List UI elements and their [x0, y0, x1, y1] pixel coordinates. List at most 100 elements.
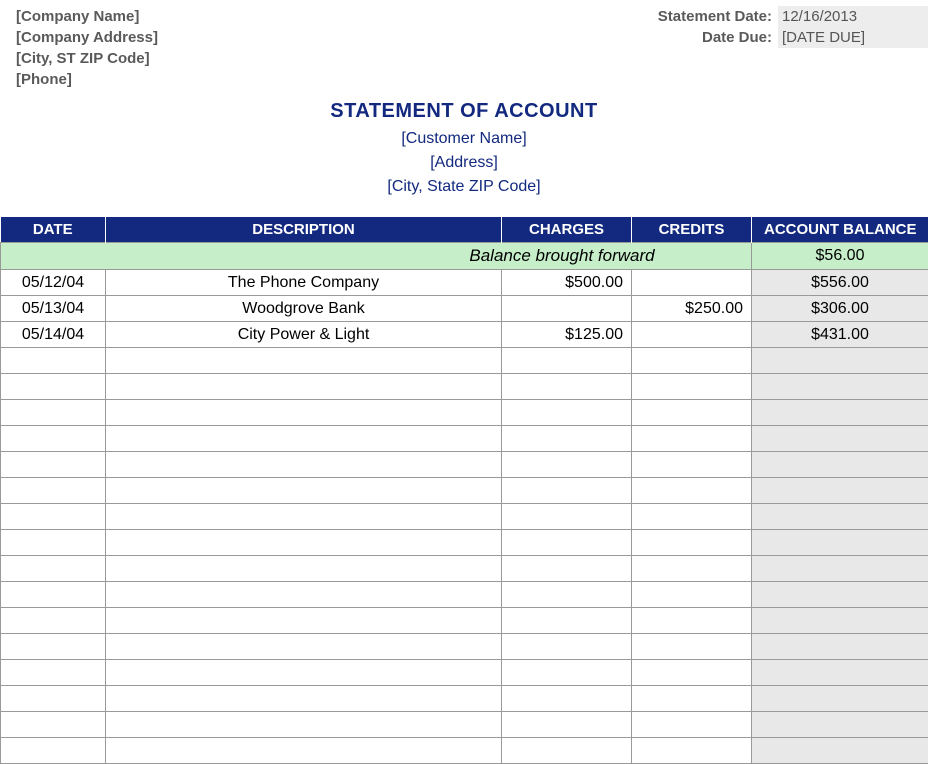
empty-cell[interactable]: [1, 452, 106, 478]
empty-cell[interactable]: [1, 660, 106, 686]
empty-cell[interactable]: [106, 374, 502, 400]
empty-cell[interactable]: [632, 608, 752, 634]
empty-cell[interactable]: [752, 686, 928, 712]
cell-date[interactable]: 05/13/04: [1, 296, 106, 322]
cell-description[interactable]: City Power & Light: [106, 322, 502, 348]
empty-cell[interactable]: [632, 478, 752, 504]
empty-cell[interactable]: [632, 426, 752, 452]
empty-cell[interactable]: [632, 738, 752, 764]
cell-balance[interactable]: $556.00: [752, 270, 928, 296]
balance-forward-value[interactable]: $56.00: [752, 243, 928, 270]
empty-cell[interactable]: [502, 400, 632, 426]
empty-cell[interactable]: [752, 556, 928, 582]
empty-cell[interactable]: [106, 660, 502, 686]
empty-cell[interactable]: [502, 478, 632, 504]
cell-date[interactable]: 05/12/04: [1, 270, 106, 296]
empty-cell[interactable]: [632, 660, 752, 686]
empty-cell[interactable]: [632, 582, 752, 608]
empty-cell[interactable]: [752, 452, 928, 478]
empty-cell[interactable]: [632, 504, 752, 530]
empty-cell[interactable]: [632, 712, 752, 738]
empty-cell[interactable]: [1, 556, 106, 582]
company-address: [Company Address]: [16, 27, 158, 48]
empty-cell[interactable]: [1, 426, 106, 452]
empty-cell[interactable]: [106, 504, 502, 530]
empty-cell[interactable]: [752, 426, 928, 452]
empty-cell[interactable]: [502, 530, 632, 556]
cell-balance[interactable]: $306.00: [752, 296, 928, 322]
empty-cell[interactable]: [502, 504, 632, 530]
empty-cell[interactable]: [106, 426, 502, 452]
empty-cell[interactable]: [1, 634, 106, 660]
empty-cell[interactable]: [502, 348, 632, 374]
empty-cell[interactable]: [106, 348, 502, 374]
empty-cell[interactable]: [752, 634, 928, 660]
empty-cell[interactable]: [752, 582, 928, 608]
cell-charges[interactable]: $125.00: [502, 322, 632, 348]
empty-cell[interactable]: [752, 478, 928, 504]
cell-credits[interactable]: [632, 270, 752, 296]
empty-cell[interactable]: [752, 530, 928, 556]
empty-cell[interactable]: [1, 530, 106, 556]
cell-credits[interactable]: [632, 322, 752, 348]
cell-description[interactable]: The Phone Company: [106, 270, 502, 296]
empty-cell[interactable]: [752, 608, 928, 634]
cell-credits[interactable]: $250.00: [632, 296, 752, 322]
empty-cell[interactable]: [1, 712, 106, 738]
date-due-value[interactable]: [DATE DUE]: [778, 27, 928, 48]
cell-date[interactable]: 05/14/04: [1, 322, 106, 348]
empty-cell[interactable]: [502, 556, 632, 582]
empty-cell[interactable]: [106, 530, 502, 556]
empty-cell[interactable]: [632, 686, 752, 712]
empty-cell[interactable]: [1, 686, 106, 712]
empty-cell[interactable]: [632, 452, 752, 478]
statement-date-value[interactable]: 12/16/2013: [778, 6, 928, 27]
empty-cell[interactable]: [1, 478, 106, 504]
empty-cell[interactable]: [1, 608, 106, 634]
header-balance: ACCOUNT BALANCE: [752, 217, 928, 243]
empty-cell[interactable]: [1, 738, 106, 764]
empty-cell[interactable]: [106, 712, 502, 738]
empty-cell[interactable]: [106, 478, 502, 504]
cell-balance[interactable]: $431.00: [752, 322, 928, 348]
empty-cell[interactable]: [752, 738, 928, 764]
empty-cell[interactable]: [1, 374, 106, 400]
empty-cell[interactable]: [632, 530, 752, 556]
cell-charges[interactable]: [502, 296, 632, 322]
empty-cell[interactable]: [1, 400, 106, 426]
empty-cell[interactable]: [502, 634, 632, 660]
empty-cell[interactable]: [106, 582, 502, 608]
empty-cell[interactable]: [106, 556, 502, 582]
empty-cell[interactable]: [502, 452, 632, 478]
empty-cell[interactable]: [106, 686, 502, 712]
empty-cell[interactable]: [502, 712, 632, 738]
cell-charges[interactable]: $500.00: [502, 270, 632, 296]
empty-cell[interactable]: [106, 634, 502, 660]
empty-cell[interactable]: [752, 504, 928, 530]
empty-cell[interactable]: [502, 608, 632, 634]
cell-description[interactable]: Woodgrove Bank: [106, 296, 502, 322]
empty-cell[interactable]: [752, 348, 928, 374]
empty-cell[interactable]: [1, 504, 106, 530]
empty-cell[interactable]: [752, 660, 928, 686]
empty-cell[interactable]: [632, 634, 752, 660]
empty-cell[interactable]: [106, 738, 502, 764]
empty-cell[interactable]: [502, 582, 632, 608]
empty-cell[interactable]: [752, 374, 928, 400]
empty-cell[interactable]: [502, 374, 632, 400]
empty-cell[interactable]: [752, 400, 928, 426]
empty-cell[interactable]: [502, 660, 632, 686]
empty-cell[interactable]: [632, 348, 752, 374]
empty-cell[interactable]: [106, 400, 502, 426]
empty-cell[interactable]: [632, 400, 752, 426]
empty-cell[interactable]: [752, 712, 928, 738]
empty-cell[interactable]: [1, 348, 106, 374]
empty-cell[interactable]: [106, 608, 502, 634]
empty-cell[interactable]: [632, 556, 752, 582]
empty-cell[interactable]: [632, 374, 752, 400]
empty-cell[interactable]: [1, 582, 106, 608]
empty-cell[interactable]: [106, 452, 502, 478]
empty-cell[interactable]: [502, 686, 632, 712]
empty-cell[interactable]: [502, 738, 632, 764]
empty-cell[interactable]: [502, 426, 632, 452]
